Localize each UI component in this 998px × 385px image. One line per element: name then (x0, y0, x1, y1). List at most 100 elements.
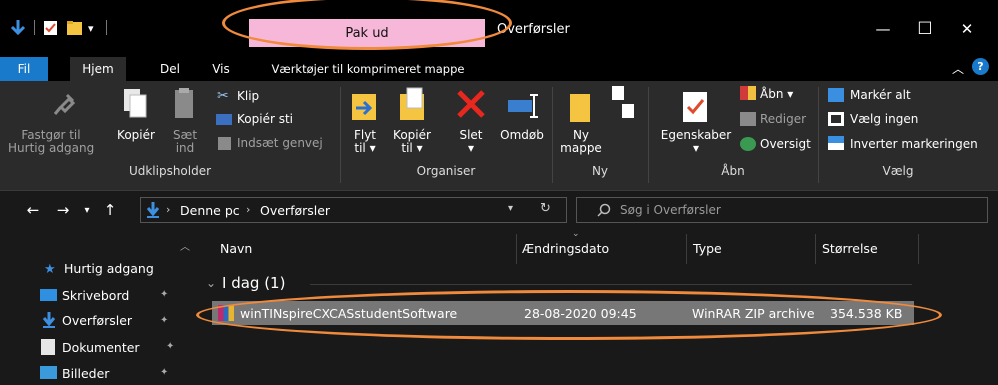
new-folder-large-icon (570, 94, 590, 122)
downloads-icon (42, 312, 56, 328)
tab-fil[interactable]: Fil (0, 57, 48, 81)
group-label-new: Ny (591, 164, 609, 178)
pin-icon[interactable]: ✦ (166, 341, 174, 352)
refresh-icon[interactable]: ↻ (540, 201, 551, 216)
move-to-icon (352, 94, 376, 120)
recent-locations-icon[interactable]: ▾ (80, 199, 94, 221)
pin-icon[interactable]: ✦ (160, 289, 168, 300)
nav-item-downloads[interactable]: Overførsler (62, 309, 132, 331)
pin-icon (53, 93, 76, 115)
column-header-size[interactable]: Størrelse (822, 241, 878, 256)
nav-item-documents[interactable]: Dokumenter (62, 336, 140, 358)
file-name[interactable]: winTINspireCXCASstudentSoftware (240, 306, 457, 321)
nav-item-quick-access[interactable]: Hurtig adgang (64, 257, 154, 279)
history-button[interactable]: Oversigt (760, 138, 811, 151)
open-button[interactable]: Åbn ▾ (760, 88, 793, 101)
minimize-button[interactable]: — (860, 14, 906, 44)
file-type: WinRAR ZIP archive (692, 306, 815, 321)
pin-icon[interactable]: ✦ (160, 315, 168, 326)
up-arrow-icon[interactable]: ↑ (100, 199, 120, 221)
column-header-date[interactable]: Ændringsdato (522, 241, 609, 256)
help-icon[interactable]: ? (972, 58, 989, 75)
breadcrumb-chevron-icon[interactable]: › (166, 203, 170, 216)
properties-icon (683, 92, 707, 122)
pictures-icon (40, 366, 57, 379)
rename-icon (508, 94, 538, 118)
group-header-today[interactable]: I dag (1) (222, 274, 285, 292)
select-all-button[interactable]: Markér alt (850, 89, 911, 102)
paste-shortcut-button[interactable]: Indsæt genvej (237, 137, 323, 150)
paste-shortcut-icon (218, 137, 231, 150)
breadcrumb-downloads[interactable]: Overførsler (260, 203, 330, 218)
star-icon: ★ (44, 262, 56, 277)
group-label-clipboard: Udklipsholder (128, 164, 212, 178)
search-placeholder: Søg i Overførsler (620, 203, 721, 217)
edit-icon (740, 112, 756, 126)
new-item-icon[interactable] (608, 84, 638, 124)
downloads-folder-icon (146, 202, 160, 218)
pin-quick-access-button[interactable]: Fastgør til Hurtig adgang (8, 129, 94, 155)
copy-icon (124, 89, 147, 118)
window-title: Overførsler (497, 22, 570, 37)
context-tab-extract[interactable]: Pak ud (249, 19, 485, 47)
column-header-type[interactable]: Type (693, 241, 722, 256)
column-header-name[interactable]: Navn (220, 241, 252, 256)
select-none-icon (828, 112, 844, 126)
copy-path-button[interactable]: Kopiér sti (237, 113, 293, 126)
group-label-select: Vælg (882, 164, 914, 178)
file-date: 28-08-2020 09:45 (524, 306, 637, 321)
back-arrow-icon[interactable]: ← (22, 199, 44, 221)
file-size: 354.538 KB (830, 306, 903, 321)
customize-toolbar-icon[interactable]: ▾ (88, 18, 94, 38)
edit-button[interactable]: Rediger (760, 113, 806, 126)
tab-hjem[interactable]: Hjem (70, 57, 126, 81)
history-icon (740, 137, 756, 151)
maximize-button[interactable]: ☐ (902, 14, 948, 44)
copy-to-icon (400, 87, 424, 120)
tab-del[interactable]: Del (150, 57, 190, 81)
download-arrow-icon[interactable] (8, 18, 28, 38)
scissors-icon: ✂ (217, 88, 229, 104)
properties-button[interactable]: Egenskaber ▾ (660, 129, 732, 155)
copy-button[interactable]: Kopiér (114, 129, 158, 142)
select-all-icon (828, 88, 844, 102)
collapse-ribbon-icon[interactable]: ︿ (952, 60, 964, 77)
copy-path-icon (216, 114, 232, 125)
group-label-open: Åbn (721, 164, 745, 178)
breadcrumb-chevron-icon[interactable]: › (246, 203, 250, 216)
documents-icon (41, 339, 55, 355)
new-folder-icon[interactable] (66, 19, 84, 37)
move-to-button[interactable]: Flyt til ▾ (348, 129, 382, 155)
new-folder-button[interactable]: Ny mappe (560, 129, 602, 155)
address-dropdown-icon[interactable]: ▾ (508, 203, 513, 214)
tab-compressed-tools[interactable]: Værktøjer til komprimeret mappe (254, 57, 482, 81)
group-label-organize: Organiser (416, 164, 476, 178)
cut-button[interactable]: Klip (237, 90, 259, 103)
tab-vis[interactable]: Vis (204, 57, 238, 81)
group-collapse-chevron-icon[interactable]: ⌄ (206, 276, 216, 290)
select-none-button[interactable]: Vælg ingen (850, 113, 918, 126)
quick-access-toolbar (8, 18, 28, 38)
nav-item-desktop[interactable]: Skrivebord (62, 284, 129, 306)
delete-button[interactable]: Slet ▾ (452, 129, 490, 155)
search-icon (597, 203, 611, 217)
breadcrumb-this-pc[interactable]: Denne pc (180, 203, 240, 218)
group-divider (310, 284, 912, 285)
pin-icon[interactable]: ✦ (160, 367, 168, 378)
nav-item-pictures[interactable]: Billeder (62, 362, 109, 384)
winrar-archive-icon (218, 305, 234, 321)
scroll-up-icon[interactable]: ︿ (180, 238, 190, 253)
clipboard-icon (175, 88, 193, 118)
close-button[interactable]: ✕ (944, 14, 990, 44)
properties-check-icon[interactable] (42, 19, 60, 37)
paste-button[interactable]: Sæt ind (170, 129, 200, 155)
invert-selection-button[interactable]: Inverter markeringen (850, 138, 978, 151)
forward-arrow-icon[interactable]: → (52, 199, 74, 221)
rename-button[interactable]: Omdøb (498, 129, 546, 142)
copy-to-button[interactable]: Kopiér til ▾ (390, 129, 434, 155)
delete-x-icon (457, 90, 485, 118)
desktop-icon (40, 289, 57, 301)
invert-selection-icon (828, 136, 844, 150)
open-icon (740, 86, 756, 100)
sort-indicator-icon: ⌄ (572, 229, 580, 239)
